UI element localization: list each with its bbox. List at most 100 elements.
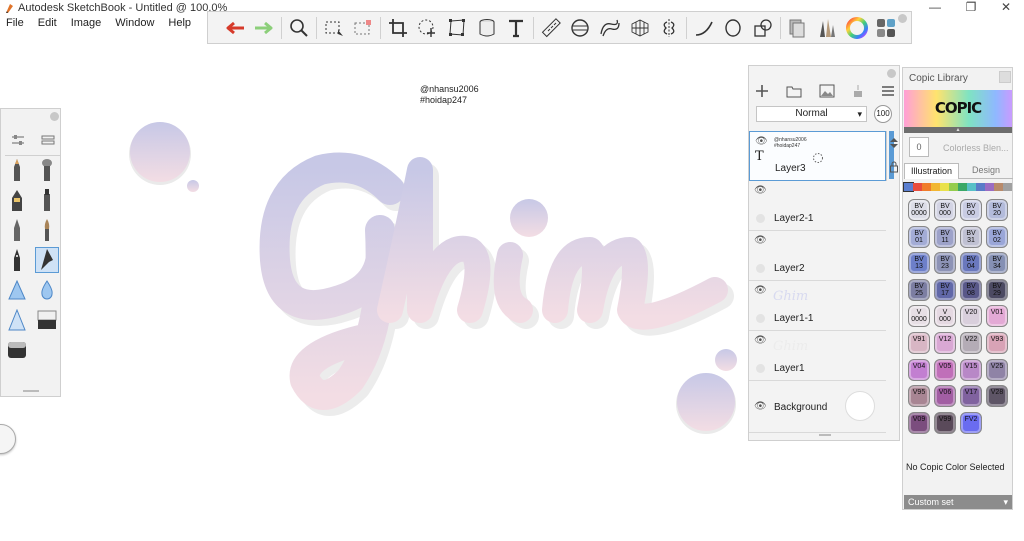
copic-swatch[interactable]: BV 23 [934, 252, 956, 275]
copic-swatch[interactable]: BV 29 [986, 278, 1008, 301]
copic-swatch[interactable]: V22 [960, 331, 982, 354]
merge-icon[interactable] [852, 84, 864, 98]
copic-swatch[interactable]: BV 13 [908, 252, 930, 275]
folder-icon[interactable] [786, 84, 802, 98]
copic-swatch[interactable]: V20 [960, 305, 982, 328]
copic-swatch[interactable]: BV 11 [934, 225, 956, 248]
copic-swatch[interactable]: V25 [986, 358, 1008, 381]
minimize-button[interactable]: — [920, 0, 950, 17]
hue-strip-chip[interactable] [949, 183, 958, 191]
palettes-icon [877, 18, 896, 37]
hue-strip-chip[interactable] [1003, 183, 1012, 191]
layer-thumbnail: @nhansu2006 #hoidap247 [774, 137, 807, 149]
hue-strip-chip[interactable] [994, 183, 1003, 191]
layer-name: Layer1 [774, 363, 805, 374]
layer-editor-close-button[interactable] [887, 69, 896, 78]
layer-name: Layer3 [775, 163, 806, 174]
copic-swatch[interactable]: BV 20 [986, 199, 1008, 221]
hue-strip-chip[interactable] [976, 183, 985, 191]
layer-row-background[interactable]: 👁 Background [749, 381, 886, 433]
layer-editor-grip[interactable] [819, 434, 831, 436]
layer-row-layer3[interactable]: 👁 T @nhansu2006 #hoidap247 Layer3 [749, 131, 886, 181]
copic-swatch[interactable]: V06 [934, 385, 956, 408]
copic-swatch[interactable]: V99 [934, 411, 956, 434]
copic-swatch[interactable]: BV 04 [960, 252, 982, 275]
copic-swatch[interactable]: V95 [908, 385, 930, 408]
tab-illustration[interactable]: Illustration [904, 163, 959, 179]
copic-swatch[interactable]: BV 17 [934, 278, 956, 301]
move-layer-icon[interactable] [889, 137, 899, 149]
color-wheel-button[interactable] [842, 13, 872, 43]
eye-icon[interactable]: 👁 [754, 401, 767, 412]
text-layer-icon: T [755, 149, 764, 164]
custom-set-select[interactable]: Custom set [904, 495, 1012, 509]
copic-swatch[interactable]: BV 01 [908, 225, 930, 248]
bubble [130, 122, 190, 182]
hue-strip-chip[interactable] [913, 183, 922, 191]
copic-swatch[interactable]: V91 [908, 331, 930, 354]
copic-collapse-bar[interactable]: ▴ [904, 127, 1012, 133]
shapes-button[interactable] [748, 13, 778, 43]
hue-strip-chip[interactable] [940, 183, 949, 191]
copic-swatch[interactable]: V28 [986, 385, 1008, 408]
hue-strip-chip[interactable] [967, 183, 976, 191]
copic-swatch[interactable]: BV 34 [986, 252, 1008, 275]
brush-library-button[interactable] [812, 13, 842, 43]
eye-icon[interactable]: 👁 [755, 136, 768, 147]
eye-icon[interactable]: 👁 [754, 285, 767, 296]
layer-editor: Normal 100 👁 T @nhansu2006 #hoidap247 La… [748, 65, 900, 441]
layer-row-layer1-1[interactable]: 👁 Ghim Layer1-1 [749, 281, 886, 331]
layer-row-layer2[interactable]: 👁 Layer2 [749, 231, 886, 281]
copic-swatch[interactable]: V93 [986, 331, 1008, 354]
copic-swatch[interactable]: V 0000 [908, 305, 930, 328]
copic-swatch[interactable]: V05 [934, 358, 956, 381]
palettes-button[interactable] [871, 13, 901, 43]
image-icon[interactable] [819, 84, 835, 98]
copic-swatch[interactable]: FV2 [960, 411, 982, 434]
layer-row-layer1[interactable]: 👁 Ghim Layer1 [749, 331, 886, 381]
copic-hue-strip[interactable] [903, 182, 1012, 192]
copic-swatch-grid: BV 0000 BV 000 BV 00 BV 20 BV 01 BV 11 BV 31 BV… [908, 199, 1010, 434]
copic-swatch[interactable]: V09 [908, 411, 930, 434]
background-color-swatch[interactable] [845, 391, 875, 421]
bubble [715, 349, 737, 371]
hue-strip-chip[interactable] [931, 183, 940, 191]
copic-swatch[interactable]: BV 25 [908, 278, 930, 301]
layer-thumbnail: Ghim [773, 289, 809, 304]
canvas-handle: @nhansu2006 [420, 84, 479, 94]
copic-swatch[interactable]: V01 [986, 305, 1008, 328]
hue-strip-chip[interactable] [903, 182, 914, 192]
copic-close-button[interactable] [999, 71, 1011, 83]
copic-swatch[interactable]: BV 00 [960, 199, 982, 221]
copic-swatch[interactable]: BV 0000 [908, 199, 930, 221]
maximize-button[interactable]: ❐ [956, 0, 986, 17]
hue-strip-chip[interactable] [922, 183, 931, 191]
copic-library-button[interactable] [783, 13, 813, 43]
add-layer-icon[interactable] [755, 84, 769, 98]
layer-name: Background [774, 402, 828, 413]
copic-swatch[interactable]: V04 [908, 358, 930, 381]
lock-icon[interactable] [889, 161, 899, 173]
menu-icon[interactable] [881, 84, 895, 98]
eye-icon[interactable]: 👁 [754, 185, 767, 196]
toolbar-close-button[interactable] [898, 14, 907, 23]
copic-swatch[interactable]: BV 000 [934, 199, 956, 221]
copic-swatch[interactable]: BV 31 [960, 225, 982, 248]
close-button[interactable]: ✕ [991, 0, 1021, 17]
copic-swatch[interactable]: BV 08 [960, 278, 982, 301]
eye-icon[interactable]: 👁 [754, 235, 767, 246]
hue-strip-chip[interactable] [958, 183, 967, 191]
layer-opacity[interactable]: 100 [874, 105, 892, 123]
tab-design[interactable]: Design [959, 163, 1013, 179]
copic-swatch[interactable]: V 000 [934, 305, 956, 328]
blend-mode-select[interactable]: Normal [756, 106, 867, 122]
copic-swatch[interactable]: V12 [934, 331, 956, 354]
colorless-blender-swatch[interactable]: 0 [909, 137, 929, 157]
copic-swatch[interactable]: BV 02 [986, 225, 1008, 248]
copic-swatch[interactable]: V17 [960, 385, 982, 408]
copic-swatch[interactable]: V15 [960, 358, 982, 381]
layer-toolbar [755, 84, 895, 98]
layer-row-layer2-1[interactable]: 👁 Layer2-1 [749, 181, 886, 231]
hue-strip-chip[interactable] [985, 183, 994, 191]
eye-icon[interactable]: 👁 [754, 335, 767, 346]
